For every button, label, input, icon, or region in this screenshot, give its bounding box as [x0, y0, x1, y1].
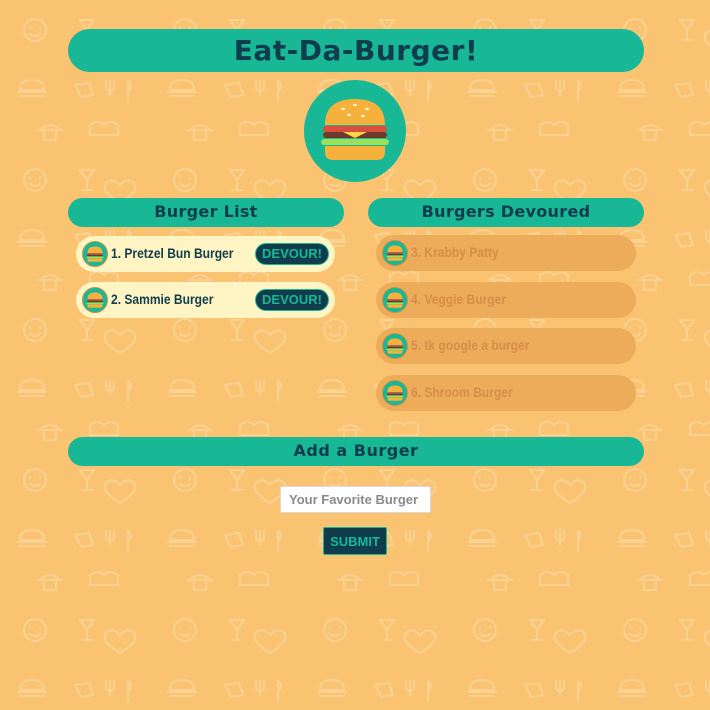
- devoured-burger-name: 6. Shroom Burger: [411, 384, 513, 400]
- burgers-devoured-header: Burgers Devoured: [368, 198, 644, 227]
- burger-icon: [382, 287, 408, 313]
- burger-name: 2. Sammie Burger: [111, 291, 214, 307]
- devoured-list-item: 5. tk google a burger: [376, 328, 636, 364]
- burger-icon: [382, 240, 408, 266]
- devoured-burger-name: 3. Krabby Patty: [411, 244, 499, 260]
- burger-icon: [382, 380, 408, 406]
- devoured-list-item: 4. Veggie Burger: [376, 282, 636, 318]
- page: Eat-Da-Burger! Burger List Burgers Devou…: [0, 0, 710, 710]
- burger-list-item: 2. Sammie Burger DEVOUR!: [76, 282, 335, 318]
- devoured-list-item: 3. Krabby Patty: [376, 235, 636, 271]
- burger-icon: [382, 333, 408, 359]
- burger-name: 1. Pretzel Bun Burger: [111, 245, 234, 261]
- devoured-list-item: 6. Shroom Burger: [376, 375, 636, 411]
- devoured-burger-name: 5. tk google a burger: [411, 337, 530, 353]
- devour-button[interactable]: DEVOUR!: [255, 289, 329, 311]
- submit-button[interactable]: SUBMIT: [323, 527, 387, 555]
- page-title: Eat-Da-Burger!: [68, 29, 644, 72]
- logo: [304, 80, 406, 182]
- devour-button[interactable]: DEVOUR!: [255, 243, 329, 265]
- burger-name-input[interactable]: [280, 486, 431, 513]
- burger-list-item: 1. Pretzel Bun Burger DEVOUR!: [76, 236, 335, 272]
- burger-icon: [82, 287, 108, 313]
- devoured-burger-name: 4. Veggie Burger: [411, 291, 507, 307]
- burger-icon: [321, 99, 389, 160]
- add-burger-header: Add a Burger: [68, 437, 644, 466]
- burger-list-header: Burger List: [68, 198, 344, 227]
- burger-icon: [82, 241, 108, 267]
